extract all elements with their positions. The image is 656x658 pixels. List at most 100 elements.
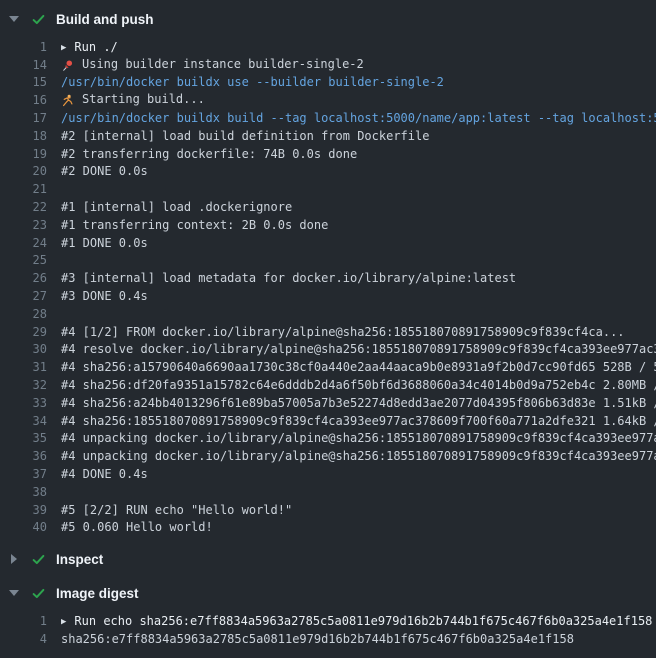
line-number[interactable]: 25: [0, 253, 47, 267]
log-line: 28: [0, 305, 656, 323]
log-line: 40 #5 0.060 Hello world!: [0, 519, 656, 537]
line-number[interactable]: 16: [0, 93, 47, 107]
line-number[interactable]: 34: [0, 414, 47, 428]
log-text: #4 sha256:185518070891758909c9f839cf4ca3…: [61, 414, 656, 428]
pushpin-icon: [61, 59, 76, 73]
log-text: #3 DONE 0.4s: [61, 289, 148, 303]
line-number[interactable]: 15: [0, 75, 47, 89]
log-line-text: #4 unpacking docker.io/library/alpine@sh…: [61, 449, 656, 463]
line-number[interactable]: 29: [0, 325, 47, 339]
line-number[interactable]: 4: [0, 632, 47, 646]
log-line-text: /usr/bin/docker buildx use --builder bui…: [61, 75, 444, 89]
log-line: 25: [0, 252, 656, 270]
log-text: #4 DONE 0.4s: [61, 467, 148, 481]
log-line-text: #4 sha256:a15790640a6690aa1730c38cf0a440…: [61, 360, 656, 374]
log-line: 4 sha256:e7ff8834a5963a2785c5a0811e979d16…: [0, 630, 656, 648]
log-line: 39 #5 [2/2] RUN echo "Hello world!": [0, 501, 656, 519]
log-line-text: /usr/bin/docker buildx build --tag local…: [61, 111, 656, 125]
log-text: #1 [internal] load .dockerignore: [61, 200, 292, 214]
log-lines: 1 ▶ Run echo sha256:e7ff8834a5963a2785c5a0…: [0, 606, 656, 648]
section-title: Build and push: [56, 12, 154, 27]
log-section-inspect: Inspect: [0, 546, 656, 572]
log-line-text: sha256:e7ff8834a5963a2785c5a0811e979d16b…: [61, 632, 574, 646]
log-line: 32 #4 sha256:df20fa9351a15782c64e6dddb2d4…: [0, 376, 656, 394]
log-text: /usr/bin/docker buildx use --builder bui…: [61, 75, 444, 89]
log-line: 34 #4 sha256:185518070891758909c9f839cf4c…: [0, 412, 656, 430]
log-line-text: ▶ Run echo sha256:e7ff8834a5963a2785c5a08…: [61, 614, 652, 628]
log-line-text: #4 sha256:a24bb4013296f61e89ba57005a7b3e…: [61, 396, 656, 410]
log-text: Starting build...: [82, 92, 205, 106]
check-icon: [31, 585, 47, 601]
log-text: #5 [2/2] RUN echo "Hello world!": [61, 503, 292, 517]
log-line-text: #2 transferring dockerfile: 74B 0.0s don…: [61, 147, 357, 161]
log-line-text: #2 DONE 0.0s: [61, 164, 148, 178]
expand-step-icon[interactable]: ▶: [61, 617, 66, 627]
section-header-image-digest[interactable]: Image digest: [0, 580, 656, 606]
log-line-text: #5 [2/2] RUN echo "Hello world!": [61, 503, 292, 517]
log-text: Run echo sha256:e7ff8834a5963a2785c5a081…: [74, 614, 652, 628]
line-number[interactable]: 35: [0, 431, 47, 445]
chevron-right-icon: [8, 554, 19, 564]
log-line: 38: [0, 483, 656, 501]
log-line-text: #1 DONE 0.0s: [61, 236, 148, 250]
line-number[interactable]: 23: [0, 218, 47, 232]
log-line: 1 ▶Run ./: [0, 38, 656, 56]
log-line-text: #2 [internal] load build definition from…: [61, 129, 429, 143]
line-number[interactable]: 27: [0, 289, 47, 303]
log-line: 20 #2 DONE 0.0s: [0, 163, 656, 181]
line-number[interactable]: 33: [0, 396, 47, 410]
log-line: 1 ▶ Run echo sha256:e7ff8834a5963a2785c5a0…: [0, 612, 656, 630]
line-number[interactable]: 21: [0, 182, 47, 196]
log-text: #4 unpacking docker.io/library/alpine@sh…: [61, 431, 656, 445]
chevron-down-icon: [8, 590, 19, 596]
log-line-text: #4 unpacking docker.io/library/alpine@sh…: [61, 431, 656, 445]
log-line: 26#3 [internal] load metadata for docker…: [0, 269, 656, 287]
log-line-text: Starting build...: [61, 92, 205, 108]
log-text: #4 unpacking docker.io/library/alpine@sh…: [61, 449, 656, 463]
line-number[interactable]: 30: [0, 342, 47, 356]
log-line-text: ▶Run ./: [61, 40, 118, 54]
line-number[interactable]: 14: [0, 58, 47, 72]
line-number[interactable]: 1: [0, 40, 47, 54]
log-text: Using builder instance builder-single-2: [82, 57, 364, 71]
line-number[interactable]: 37: [0, 467, 47, 481]
line-number[interactable]: 20: [0, 164, 47, 178]
log-section-image-digest: Image digest 1 ▶ Run echo sha256:e7ff8834a5…: [0, 580, 656, 648]
log-text: #4 sha256:a15790640a6690aa1730c38cf0a440…: [61, 360, 656, 374]
log-line: 14 Using builder instance builder-single-…: [0, 56, 656, 74]
section-title: Image digest: [56, 586, 139, 601]
line-number[interactable]: 38: [0, 485, 47, 499]
line-number[interactable]: 39: [0, 503, 47, 517]
line-number[interactable]: 24: [0, 236, 47, 250]
line-number[interactable]: 31: [0, 360, 47, 374]
log-text: #4 resolve docker.io/library/alpine@sha2…: [61, 342, 656, 356]
log-text: #5 0.060 Hello world!: [61, 520, 213, 534]
line-number[interactable]: 17: [0, 111, 47, 125]
line-number[interactable]: 40: [0, 520, 47, 534]
log-lines: 1 ▶Run ./ 14 Using builder instance builder…: [0, 32, 656, 536]
log-line: 22 #1 [internal] load .dockerignore: [0, 198, 656, 216]
log-line-text: #4 sha256:df20fa9351a15782c64e6dddb2d4a6…: [61, 378, 656, 392]
line-number[interactable]: 32: [0, 378, 47, 392]
log-line: 37 #4 DONE 0.4s: [0, 465, 656, 483]
log-line-text: #4 sha256:185518070891758909c9f839cf4ca3…: [61, 414, 656, 428]
line-number[interactable]: 28: [0, 307, 47, 321]
log-line-text: #4 [1/2] FROM docker.io/library/alpine@s…: [61, 325, 625, 339]
log-line: 30 #4 resolve docker.io/library/alpine@sh…: [0, 341, 656, 359]
log-text: #1 transferring context: 2B 0.0s done: [61, 218, 328, 232]
line-number[interactable]: 36: [0, 449, 47, 463]
check-icon: [31, 11, 47, 27]
log-line: 27 #3 DONE 0.4s: [0, 287, 656, 305]
section-header-inspect[interactable]: Inspect: [0, 546, 656, 572]
line-number[interactable]: 26: [0, 271, 47, 285]
log-text: #4 [1/2] FROM docker.io/library/alpine@s…: [61, 325, 625, 339]
expand-step-icon[interactable]: ▶: [61, 43, 66, 53]
line-number[interactable]: 19: [0, 147, 47, 161]
line-number[interactable]: 18: [0, 129, 47, 143]
line-number[interactable]: 22: [0, 200, 47, 214]
log-line: 19 #2 transferring dockerfile: 74B 0.0s d…: [0, 145, 656, 163]
log-line-text: #4 resolve docker.io/library/alpine@sha2…: [61, 342, 656, 356]
section-header-build-and-push[interactable]: Build and push: [0, 6, 656, 32]
line-number[interactable]: 1: [0, 614, 47, 628]
log-line-text: #1 transferring context: 2B 0.0s done: [61, 218, 328, 232]
